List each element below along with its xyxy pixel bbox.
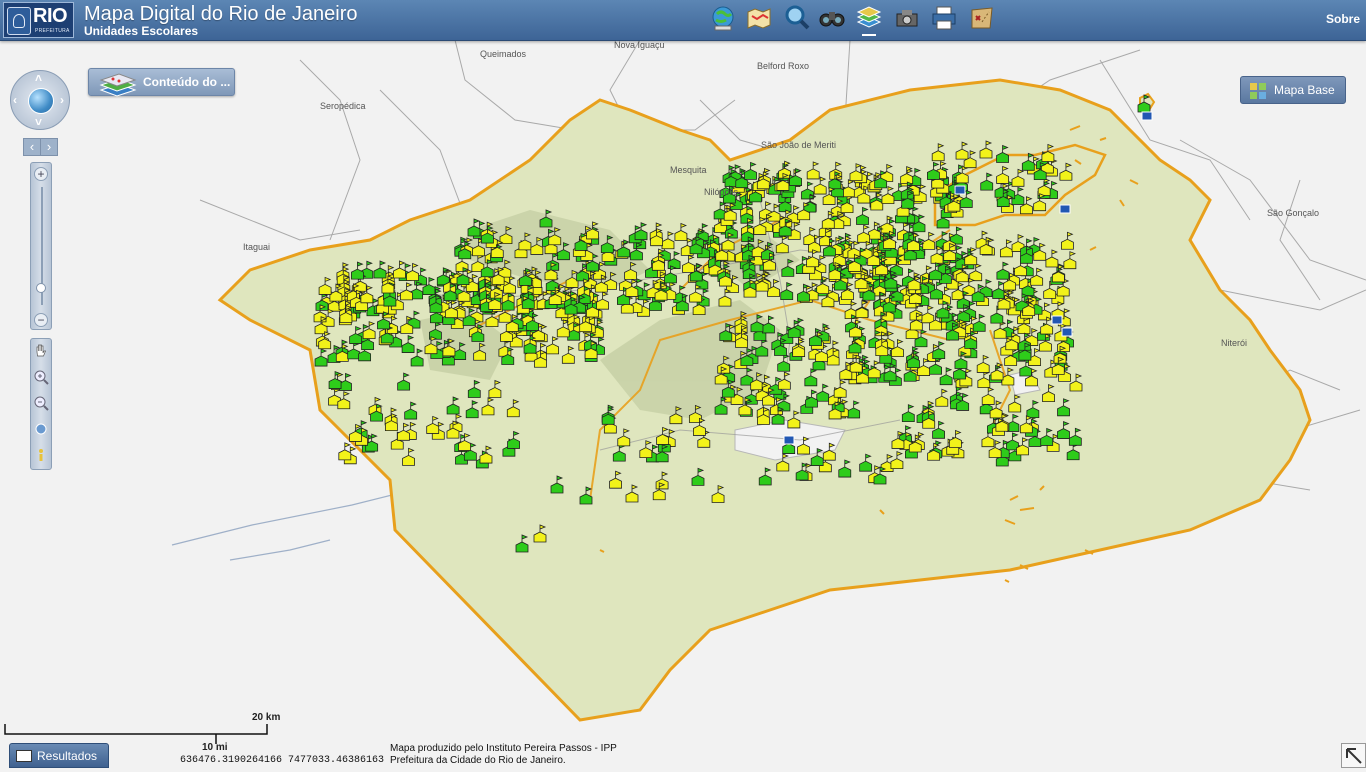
app-title: Mapa Digital do Rio de Janeiro [84,3,358,25]
place-label-itaguai: Itaguai [243,242,271,252]
basemap-label: Mapa Base [1274,83,1335,97]
zoom-out-button[interactable]: − [34,313,48,327]
zoom-in-button[interactable]: + [34,167,48,181]
treasure-map-icon[interactable] [968,4,998,34]
basemap-grid-icon [1250,83,1266,99]
layers-icon[interactable] [855,4,885,36]
place-label-seropedica: Seropédica [320,101,366,111]
place-label-belford-roxo: Belford Roxo [757,61,810,71]
logo-subtext: PREFEITURA [35,28,70,34]
credit-line-1: Mapa produzido pelo Instituto Pereira Pa… [390,743,617,754]
credit-line-2: Prefeitura da Cidade do Rio de Janeiro. [390,755,566,766]
basemap-button[interactable]: Mapa Base [1240,76,1346,104]
place-label-niteroi: Niterói [1221,338,1248,348]
globe-search-icon[interactable] [709,4,739,34]
layers-stack-icon [99,72,137,101]
globe-icon[interactable] [28,88,54,114]
place-label-sao-joao-de-meriti: São João de Meriti [761,140,837,150]
print-icon[interactable] [930,4,960,34]
results-button[interactable]: Resultados [9,743,109,768]
identify-info-icon[interactable] [33,447,49,463]
zoom-out-box-icon[interactable] [33,395,49,411]
basemap-svg [171,40,1366,722]
expand-arrow-icon [1346,748,1362,764]
map-credit: Mapa produzido pelo Instituto Pereira Pa… [390,743,617,767]
pan-left-arrow-icon[interactable]: ‹ [13,94,17,106]
map-view[interactable]: Nova Iguaçu Queimados Belford Roxo Serop… [0,40,1366,768]
search-icon[interactable] [783,4,813,34]
app-header: RIO PREFEITURA Mapa Digital do Rio de Ja… [0,0,1366,41]
full-extent-icon[interactable] [33,421,49,437]
tools-icon[interactable] [893,4,923,34]
pan-down-arrow-icon[interactable]: ˅ [35,116,42,128]
cursor-coordinates: 636476.3190264166 7477033.46386163 [180,755,385,766]
school-marker-icon[interactable] [338,442,352,461]
scale-mi-label: 10 mi [202,742,228,753]
rio-prefeitura-logo: RIO PREFEITURA [3,2,74,38]
scale-bar [4,724,268,744]
expand-corner-button[interactable] [1341,743,1366,768]
logo-text: RIO [33,5,68,27]
map-tools-bar [30,338,52,470]
map-icon[interactable] [745,4,775,34]
pan-right-arrow-icon[interactable]: › [60,94,64,106]
rotate-right-button[interactable]: › [40,138,58,156]
zoom-slider[interactable]: + − [30,162,52,330]
binoculars-icon[interactable] [818,4,848,34]
place-label-queimados: Queimados [480,49,527,59]
pan-up-arrow-icon[interactable]: ˄ [35,72,42,84]
place-label-sao-goncalo: São Gonçalo [1267,208,1320,218]
pan-control[interactable]: ˄ ˅ ‹ › [10,70,70,130]
rotate-left-button[interactable]: ‹ [23,138,41,156]
results-label: Resultados [37,749,98,763]
zoom-in-box-icon[interactable] [33,369,49,385]
about-link[interactable]: Sobre [1326,12,1360,26]
zoom-handle[interactable] [36,283,46,293]
table-icon [16,750,32,762]
layer-content-label: Conteúdo do ... [143,75,231,89]
place-label-mesquita: Mesquita [670,165,707,175]
app-subtitle: Unidades Escolares [84,24,199,38]
pan-hand-icon[interactable] [33,343,49,359]
layer-content-button[interactable]: Conteúdo do ... [88,68,235,97]
place-label-nilopolis: Nilópolis [704,187,739,197]
scale-km-label: 20 km [252,712,281,723]
city-emblem-icon [7,7,31,35]
place-label-nova-iguacu: Nova Iguaçu [614,40,665,50]
